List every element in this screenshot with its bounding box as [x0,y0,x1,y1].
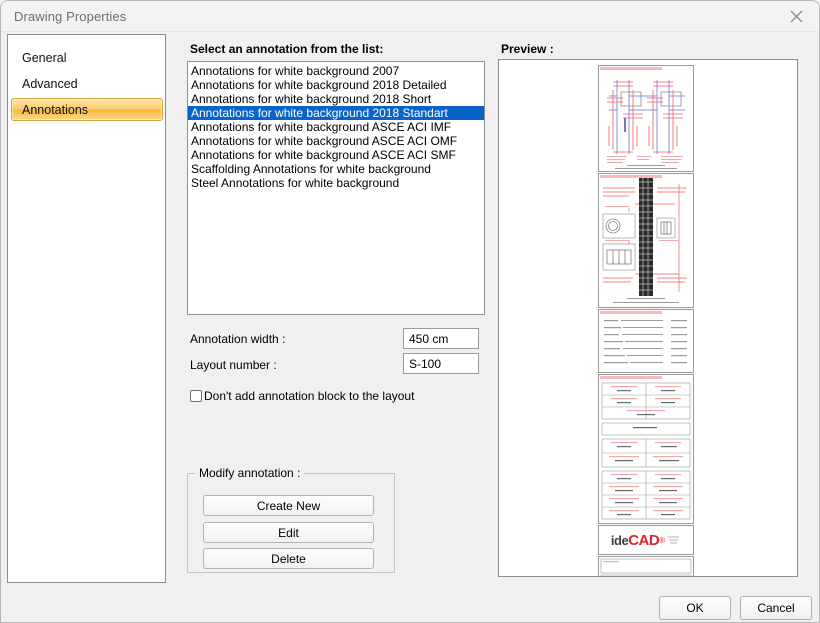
preview-panel: ideCAD® [498,59,798,577]
annotation-list-label: Select an annotation from the list: [190,42,383,56]
logo-text-pre: ide [611,533,628,548]
sidebar-item-advanced[interactable]: Advanced [8,72,165,96]
preview-block-data-tables [598,374,694,524]
no-annotation-block-checkbox[interactable] [190,390,202,402]
no-annotation-block-label: Don't add annotation block to the layout [204,389,414,403]
sidebar-item-general[interactable]: General [8,46,165,70]
annotation-width-input[interactable]: 450 cm [403,328,479,349]
list-item[interactable]: Annotations for white background 2018 De… [188,78,484,92]
ok-button[interactable]: OK [659,596,731,620]
modify-annotation-title: Modify annotation : [195,466,304,480]
data-tables [599,375,693,523]
sidebar: General Advanced Annotations [7,34,166,583]
sidebar-item-label: Annotations [22,103,88,117]
list-item[interactable]: Scaffolding Annotations for white backgr… [188,162,484,176]
preview-block-rebar-detail [598,65,694,172]
title-bar: Drawing Properties [1,1,819,32]
layout-number-label: Layout number : [190,358,277,372]
preview-block-title-block [598,556,694,577]
layout-number-input[interactable]: S-100 [403,353,479,374]
preview-sheet: ideCAD® [598,65,694,573]
list-item[interactable]: Annotations for white background ASCE AC… [188,120,484,134]
sidebar-item-annotations[interactable]: Annotations [11,98,163,121]
edit-button[interactable]: Edit [203,522,374,543]
rebar-detail-drawing [599,66,693,171]
annotation-width-label: Annotation width : [190,332,285,346]
close-icon[interactable] [773,1,819,31]
list-item[interactable]: Annotations for white background ASCE AC… [188,148,484,162]
preview-label: Preview : [501,42,554,56]
notes-list [599,310,693,372]
annotation-listbox[interactable]: Annotations for white background 2007 An… [187,61,485,315]
cancel-button[interactable]: Cancel [740,596,812,620]
preview-block-column-section [598,173,694,308]
logo-text-accent: CAD [628,532,659,549]
list-item[interactable]: Steel Annotations for white background [188,176,484,190]
list-item[interactable]: Annotations for white background ASCE AC… [188,134,484,148]
list-item[interactable]: Annotations for white background 2007 [188,64,484,78]
sidebar-item-label: Advanced [22,77,78,91]
no-annotation-block-checkbox-row[interactable]: Don't add annotation block to the layout [190,389,414,403]
preview-block-logo: ideCAD® [598,525,694,555]
column-section-drawing [599,174,693,307]
create-new-button[interactable]: Create New [203,495,374,516]
window-title: Drawing Properties [14,9,126,24]
sidebar-item-label: General [22,51,66,65]
list-item[interactable]: Annotations for white background 2018 Sh… [188,92,484,106]
title-block-table [599,557,693,577]
logo-mark-icon [667,534,681,546]
drawing-properties-dialog: Drawing Properties General Advanced Anno… [0,0,820,623]
logo-registered-icon: ® [659,536,665,545]
list-item-selected[interactable]: Annotations for white background 2018 St… [188,106,484,120]
preview-block-notes [598,309,694,373]
delete-button[interactable]: Delete [203,548,374,569]
